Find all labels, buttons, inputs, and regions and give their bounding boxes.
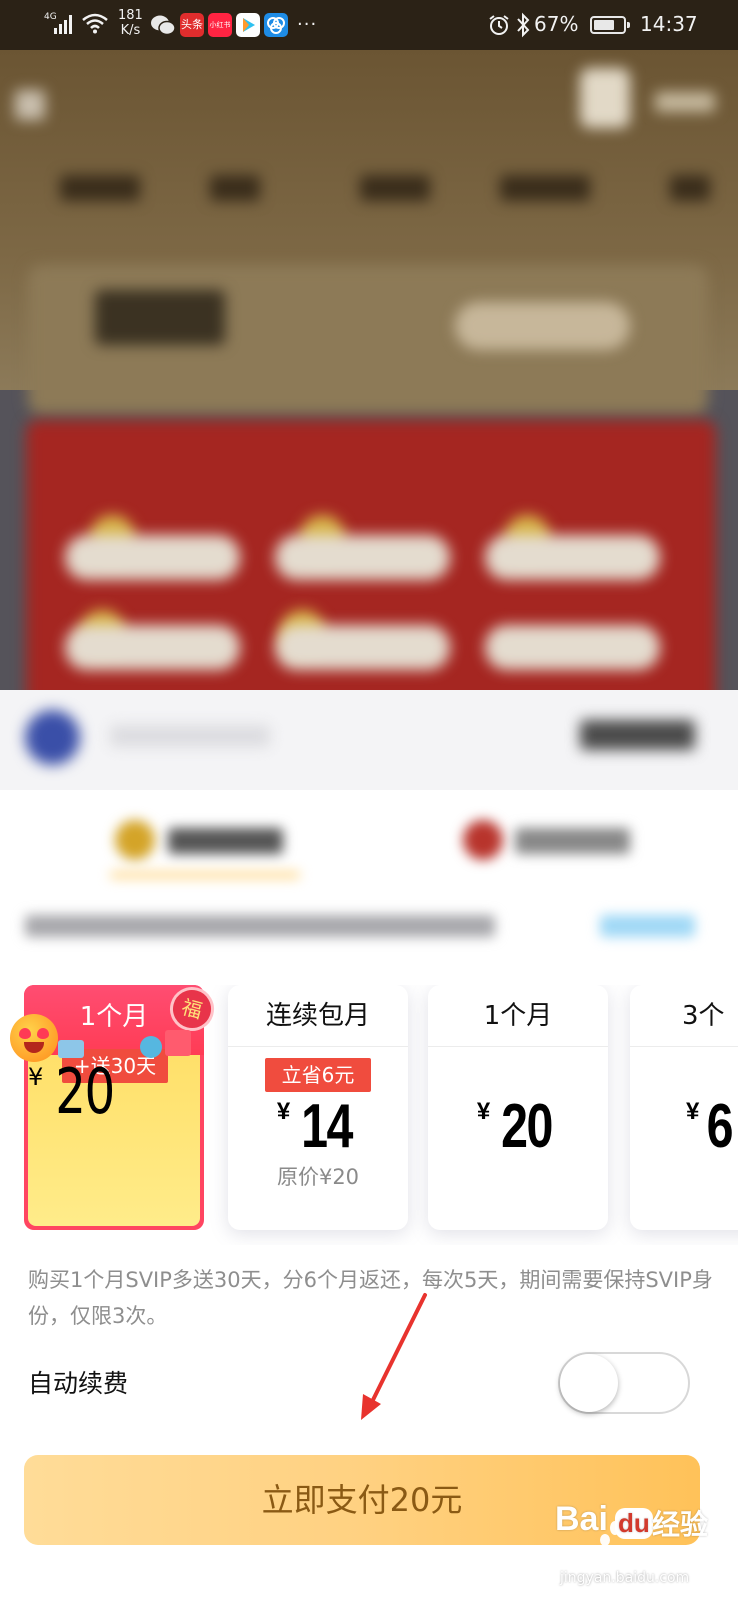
avatar xyxy=(580,68,630,128)
selected-card-body: +送30天 ¥20 xyxy=(28,1049,200,1226)
currency-symbol: ¥ xyxy=(686,1098,700,1125)
tab-svip-icon[interactable] xyxy=(115,820,155,860)
wechat-icon xyxy=(151,15,176,36)
watermark-brand-c: 经验 xyxy=(652,1508,709,1541)
xiaohongshu-icon: 小红书 xyxy=(208,13,232,37)
plan-price: ¥14 xyxy=(228,1091,408,1162)
balloon-icon xyxy=(140,1036,162,1058)
present-icon xyxy=(165,1030,191,1056)
price-value: 20 xyxy=(501,1092,553,1161)
toggle-knob xyxy=(560,1354,618,1412)
plan-card-monthly-auto[interactable]: 连续包月 立省6元 ¥14 原价¥20 xyxy=(228,985,408,1230)
price-value: 6 xyxy=(706,1092,734,1161)
gift-icon xyxy=(58,1040,84,1058)
watermark-url: jingyan.baidu.com xyxy=(560,1570,690,1586)
plan-title: 连续包月 xyxy=(228,985,408,1047)
baidu-netdisk-icon xyxy=(264,13,288,37)
watermark-brand-a: Bai xyxy=(555,1500,608,1538)
annotation-arrow-icon xyxy=(361,1293,427,1420)
battery-icon xyxy=(590,16,630,34)
background-page-blurred xyxy=(0,50,738,790)
currency-symbol: ¥ xyxy=(276,1098,291,1125)
bluetooth-icon xyxy=(517,12,530,38)
back-icon xyxy=(15,90,45,120)
signal-icon xyxy=(54,14,76,34)
price-value: 20 xyxy=(55,1055,116,1128)
plan-card-1-month[interactable]: 1个月 ¥20 xyxy=(428,985,608,1230)
plan-price: ¥20 xyxy=(428,1091,608,1162)
speed-unit: K/s xyxy=(120,23,141,38)
plan-title: 3个 xyxy=(630,985,738,1047)
currency-symbol: ¥ xyxy=(476,1098,491,1125)
battery-percent: 67% xyxy=(534,12,579,36)
heart-eyes-emoji-icon xyxy=(10,1014,58,1062)
clock: 14:37 xyxy=(640,12,698,36)
tab-vip-icon[interactable] xyxy=(463,820,503,860)
tencent-video-icon xyxy=(236,13,260,37)
plan-card-3-month[interactable]: 3个 ¥6 xyxy=(630,985,738,1230)
toutiao-icon: 头条 xyxy=(180,13,204,37)
plan-title: 1个月 xyxy=(428,985,608,1047)
watermark-brand-b: du xyxy=(615,1508,653,1539)
wifi-icon xyxy=(82,13,108,34)
plan-price: ¥6 xyxy=(630,1091,738,1162)
more-notifications-icon: ··· xyxy=(297,14,318,35)
network-speed: 181 K/s xyxy=(118,8,143,38)
price-value: 14 xyxy=(301,1092,353,1161)
auto-renew-toggle[interactable] xyxy=(558,1352,690,1414)
speed-value: 181 xyxy=(118,8,143,23)
original-price: 原价¥20 xyxy=(276,1165,360,1189)
currency-symbol: ¥ xyxy=(28,1063,44,1091)
status-bar: 4G 181 K/s 头条 小红书 ··· 67% 14:37 xyxy=(0,0,738,50)
alarm-icon xyxy=(489,15,509,35)
save-tag: 立省6元 xyxy=(265,1058,371,1092)
auto-renew-label: 自动续费 xyxy=(28,1369,129,1398)
